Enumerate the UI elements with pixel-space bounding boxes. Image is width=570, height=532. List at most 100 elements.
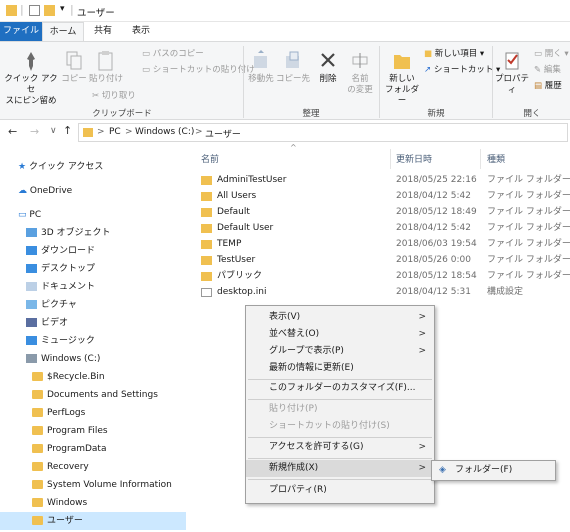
new-folder-button[interactable]: 新しい フォルダー: [382, 50, 422, 107]
nav-item-documents-and-settings[interactable]: Documents and Settings: [0, 386, 186, 404]
cut-button[interactable]: ✂ 切り取り: [92, 90, 136, 103]
nav-item-desktop[interactable]: デスクトップ: [0, 260, 186, 278]
nav-item-downloads[interactable]: ダウンロード: [0, 242, 186, 260]
move-to-label: 移動先: [248, 74, 274, 84]
breadcrumb-users[interactable]: ユーザー: [205, 127, 241, 140]
menu-item-label: フォルダー(F): [455, 465, 513, 475]
nav-pc[interactable]: ▭ PC: [0, 206, 186, 224]
submenu-arrow-icon: >: [418, 442, 426, 452]
table-row[interactable]: desktop.ini 2018/04/12 5:31 構成設定: [190, 284, 570, 300]
copy-to-button[interactable]: コピー先: [276, 50, 310, 85]
folder-icon: [32, 444, 43, 453]
nav-item-programdata[interactable]: ProgramData: [0, 440, 186, 458]
column-header-name[interactable]: 名前: [201, 152, 219, 165]
breadcrumb-separator[interactable]: >: [97, 127, 105, 137]
nav-onedrive[interactable]: ☁ OneDrive: [0, 182, 186, 200]
breadcrumb-drive[interactable]: Windows (C:): [135, 127, 194, 137]
nav-item-drive-c[interactable]: Windows (C:): [0, 350, 186, 368]
nav-item-label: Windows: [47, 498, 88, 508]
column-header-type[interactable]: 種類: [487, 152, 505, 165]
quick-access-dropdown-icon[interactable]: ▾: [60, 4, 65, 14]
copy-button[interactable]: コピー: [60, 50, 88, 85]
table-row[interactable]: All Users 2018/04/12 5:42 ファイル フォルダー: [190, 188, 570, 204]
file-date: 2018/05/12 18:54: [396, 271, 477, 281]
file-type: 構成設定: [487, 287, 524, 297]
nav-item-perflogs[interactable]: PerfLogs: [0, 404, 186, 422]
menu-item-new[interactable]: 新規作成(X) >: [246, 460, 434, 477]
menu-item-sort[interactable]: 並べ替え(O) >: [246, 326, 434, 343]
tab-view[interactable]: 表示: [122, 22, 160, 41]
table-row[interactable]: Default 2018/05/12 18:49 ファイル フォルダー: [190, 204, 570, 220]
rename-icon: [352, 53, 368, 68]
table-row[interactable]: パブリック 2018/05/12 18:54 ファイル フォルダー: [190, 268, 570, 284]
back-arrow-icon[interactable]: ←: [8, 125, 17, 138]
pin-to-quick-access-button[interactable]: クイック アクセ スにピン留め: [4, 50, 58, 107]
submenu-item-folder[interactable]: フォルダー(F): [432, 461, 555, 480]
tab-share[interactable]: 共有: [84, 22, 122, 41]
nav-item-recycle-bin[interactable]: $Recycle.Bin: [0, 368, 186, 386]
properties-quick-icon[interactable]: [29, 5, 40, 16]
paste-button[interactable]: 貼り付け: [88, 50, 124, 85]
menu-item-label: ショートカットの貼り付け(S): [269, 421, 390, 431]
nav-item-videos[interactable]: ビデオ: [0, 314, 186, 332]
new-folder-quick-icon[interactable]: [44, 5, 55, 16]
open-button[interactable]: ▭ 開く ▾: [534, 48, 569, 61]
table-row[interactable]: AdminiTestUser 2018/05/25 22:16 ファイル フォル…: [190, 172, 570, 188]
menu-item-properties[interactable]: プロパティ(R): [246, 482, 434, 499]
file-type: ファイル フォルダー: [487, 271, 570, 281]
menu-item-paste[interactable]: 貼り付け(P): [246, 401, 434, 418]
nav-item-users[interactable]: ユーザー: [0, 512, 186, 530]
file-date: 2018/05/25 22:16: [396, 175, 477, 185]
breadcrumb-separator[interactable]: >: [195, 127, 203, 137]
easy-access-button[interactable]: ↗ ショートカット ▾: [424, 64, 500, 77]
nav-quick-access[interactable]: ★ クイック アクセス: [0, 158, 186, 176]
move-to-button[interactable]: 移動先: [246, 50, 276, 85]
column-header-date[interactable]: 更新日時: [396, 152, 432, 165]
menu-separator: [248, 437, 432, 438]
menu-item-group[interactable]: グループで表示(P) >: [246, 343, 434, 360]
new-submenu: ◈ フォルダー(F): [431, 460, 556, 481]
copy-path-button[interactable]: ▭ パスのコピー: [142, 48, 204, 61]
up-arrow-icon[interactable]: ↑: [63, 124, 72, 137]
tab-file[interactable]: ファイル: [0, 22, 42, 41]
file-explorer-window: | ▾ | ユーザー ファイル ホーム 共有 表示 クイック アクセ スにピン留…: [0, 0, 570, 532]
file-date: 2018/04/12 5:42: [396, 223, 471, 233]
tab-home[interactable]: ホーム: [42, 22, 84, 41]
forward-arrow-icon[interactable]: →: [30, 125, 39, 138]
organize-group-label: 整理: [302, 109, 320, 119]
recent-locations-chevron-icon[interactable]: ∨: [50, 126, 57, 136]
nav-item-system-volume-information[interactable]: System Volume Information: [0, 476, 186, 494]
edit-button[interactable]: ✎ 編集: [534, 64, 561, 77]
column-separator[interactable]: [390, 149, 391, 169]
new-item-button[interactable]: ■ 新しい項目 ▾: [424, 48, 484, 61]
menu-item-customize[interactable]: このフォルダーのカスタマイズ(F)...: [246, 380, 434, 397]
delete-button[interactable]: 削除: [313, 50, 343, 85]
breadcrumb-pc[interactable]: PC: [109, 127, 121, 137]
menu-item-view[interactable]: 表示(V) >: [246, 309, 434, 326]
address-bar[interactable]: > PC > Windows (C:) > ユーザー: [78, 123, 568, 142]
nav-item-program-files[interactable]: Program Files: [0, 422, 186, 440]
submenu-arrow-icon: >: [418, 312, 426, 322]
nav-item-music[interactable]: ミュージック: [0, 332, 186, 350]
settings-file-icon: [201, 288, 212, 297]
menu-item-refresh[interactable]: 最新の情報に更新(E): [246, 360, 434, 377]
nav-item-pictures[interactable]: ピクチャ: [0, 296, 186, 314]
column-separator[interactable]: [480, 149, 481, 169]
nav-item-documents[interactable]: ドキュメント: [0, 278, 186, 296]
properties-button[interactable]: プロパティ: [494, 50, 530, 96]
edit-label: 編集: [543, 65, 561, 75]
3d-objects-icon: [26, 228, 37, 237]
nav-item-recovery[interactable]: Recovery: [0, 458, 186, 476]
folder-icon: [6, 5, 17, 16]
nav-item-windows[interactable]: Windows: [0, 494, 186, 512]
table-row[interactable]: TEMP 2018/06/03 19:54 ファイル フォルダー: [190, 236, 570, 252]
rename-button[interactable]: 名前 の変更: [345, 50, 375, 96]
breadcrumb-separator[interactable]: >: [125, 127, 133, 137]
nav-item-3d-objects[interactable]: 3D オブジェクト: [0, 224, 186, 242]
menu-item-give-access[interactable]: アクセスを許可する(G) >: [246, 439, 434, 456]
menu-item-paste-shortcut[interactable]: ショートカットの貼り付け(S): [246, 418, 434, 435]
table-row[interactable]: TestUser 2018/05/26 0:00 ファイル フォルダー: [190, 252, 570, 268]
table-row[interactable]: Default User 2018/04/12 5:42 ファイル フォルダー: [190, 220, 570, 236]
history-button[interactable]: ▤ 履歴: [534, 80, 562, 93]
paste-shortcut-button[interactable]: ▭ ショートカットの貼り付け: [142, 64, 255, 77]
